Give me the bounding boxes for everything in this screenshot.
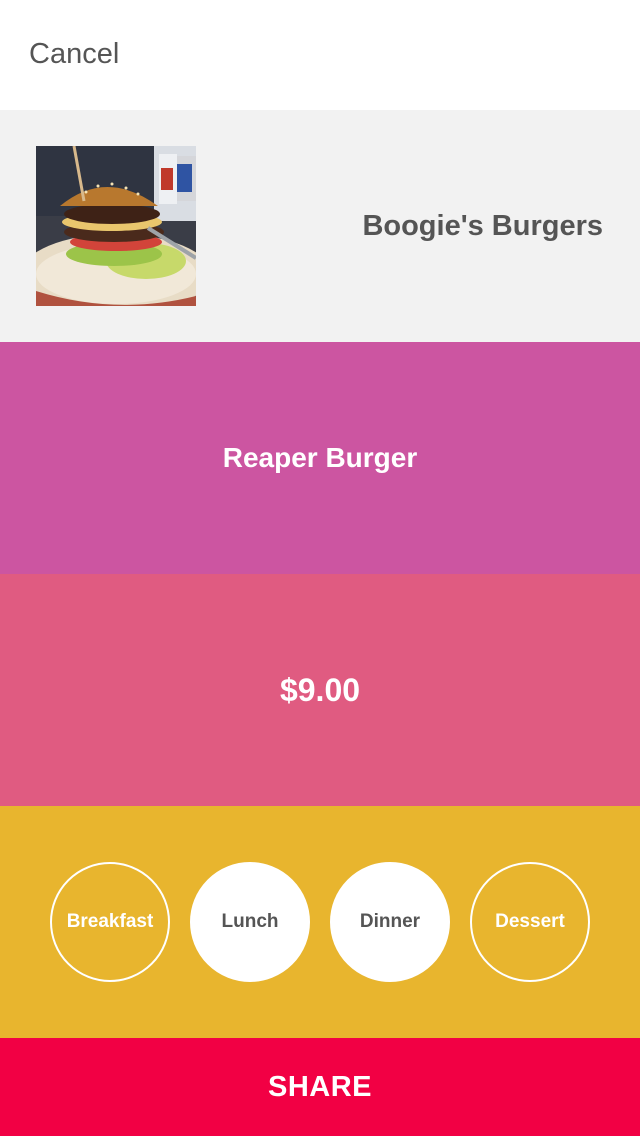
dish-name-field[interactable]: Reaper Burger [0,342,640,574]
restaurant-header: Boogie's Burgers [0,110,640,342]
burger-photo-image [36,146,196,306]
share-dish-screen: Cancel Boogie's Burgers Reaper Burger $9… [0,0,640,1136]
burger-photo[interactable] [36,146,196,306]
restaurant-name[interactable]: Boogie's Burgers [362,210,603,243]
meal-option-lunch[interactable]: Lunch [190,862,310,982]
cancel-button[interactable]: Cancel [29,38,119,71]
meal-option-dinner[interactable]: Dinner [330,862,450,982]
share-button[interactable]: SHARE [0,1038,640,1136]
meal-type-selector: Breakfast Lunch Dinner Dessert [0,806,640,1038]
price-field[interactable]: $9.00 [0,574,640,806]
top-bar: Cancel [0,0,640,110]
meal-option-breakfast[interactable]: Breakfast [50,862,170,982]
meal-option-dessert[interactable]: Dessert [470,862,590,982]
